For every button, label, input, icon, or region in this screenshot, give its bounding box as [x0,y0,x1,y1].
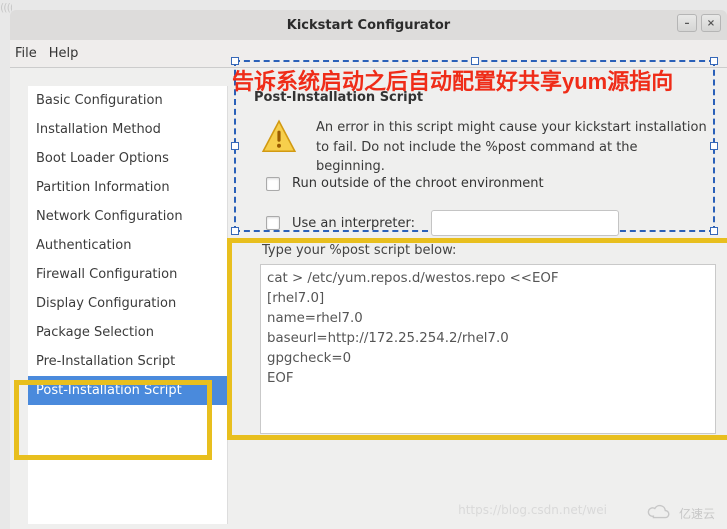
warning-text: An error in this script might cause your… [316,118,707,177]
sidebar-item-post-installation-script[interactable]: Post-Installation Script [28,376,227,405]
window-title: Kickstart Configurator [287,18,450,33]
interpreter-checkbox[interactable] [266,216,280,230]
sidebar-item-firewall-configuration[interactable]: Firewall Configuration [28,260,227,289]
chroot-checkbox[interactable] [266,177,280,191]
interpreter-input[interactable] [431,210,619,236]
sidebar-item-boot-loader-options[interactable]: Boot Loader Options [28,144,227,173]
sidebar-item-display-configuration[interactable]: Display Configuration [28,289,227,318]
sidebar-item-network-configuration[interactable]: Network Configuration [28,202,227,231]
warning-row: An error in this script might cause your… [260,118,707,177]
chroot-label: Run outside of the chroot environment [292,176,544,191]
script-textarea[interactable] [260,264,716,434]
sidebar-item-package-selection[interactable]: Package Selection [28,318,227,347]
content-panel: 告诉系统启动之后自动配置好共享yum源指向 Post-Installation … [230,68,727,529]
sidebar-item-partition-information[interactable]: Partition Information [28,173,227,202]
window-buttons: – × [677,14,721,32]
script-label: Type your %post script below: [262,243,456,258]
option-chroot-row: Run outside of the chroot environment [266,176,544,191]
sidebar: Basic ConfigurationInstallation MethodBo… [28,86,228,524]
close-button[interactable]: × [701,14,721,32]
sidebar-item-basic-configuration[interactable]: Basic Configuration [28,86,227,115]
annotation-text: 告诉系统启动之后自动配置好共享yum源指向 [232,64,673,96]
main-area: Basic ConfigurationInstallation MethodBo… [10,68,727,529]
sidebar-item-authentication[interactable]: Authentication [28,231,227,260]
minimize-button[interactable]: – [677,14,697,32]
interpreter-label: Use an interpreter: [292,216,415,231]
cloud-icon [645,502,673,525]
sidebar-item-installation-method[interactable]: Installation Method [28,115,227,144]
brand-text: 亿速云 [679,505,715,522]
sidebar-item-pre-installation-script[interactable]: Pre-Installation Script [28,347,227,376]
menu-file[interactable]: File [15,46,37,61]
titlebar: Kickstart Configurator – × [10,10,727,40]
watermark-url: https://blog.csdn.net/wei [458,503,607,517]
warning-icon [260,118,298,160]
menu-help[interactable]: Help [49,46,79,61]
watermark-brand: 亿速云 [645,502,715,525]
option-interpreter-row: Use an interpreter: [266,210,619,236]
